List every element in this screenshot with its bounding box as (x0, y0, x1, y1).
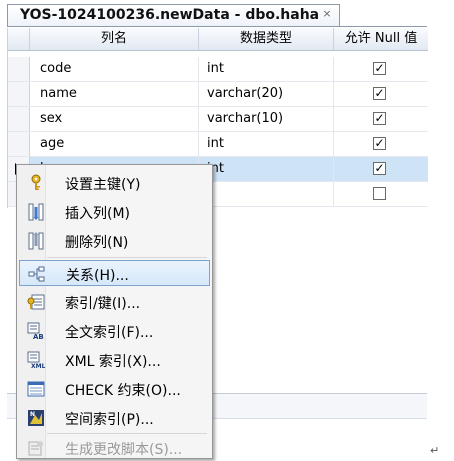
allow-null-checkbox[interactable]: ✓ (373, 87, 386, 100)
document-tab[interactable]: YOS-1024100236.newData - dbo.haha × (7, 4, 340, 26)
insert-column-icon (28, 203, 44, 221)
row-selector[interactable] (8, 57, 30, 81)
primary-key-icon (31, 174, 41, 190)
allow-null-checkbox[interactable]: ✓ (373, 162, 386, 175)
data-type-cell[interactable]: varchar(10) (207, 107, 332, 131)
generate-script-icon (28, 441, 43, 456)
menu-separator (47, 433, 207, 434)
menu-item-spatial-index[interactable]: N 空间索引(P)... (19, 405, 210, 431)
row-selector[interactable] (8, 82, 30, 106)
check-constraint-icon (27, 381, 45, 397)
context-menu: 设置主键(Y) 插入列(M) 删除列(N) 关系(H)... 索引/键(I)..… (16, 164, 213, 459)
svg-text:N: N (30, 411, 35, 418)
column-name-cell[interactable]: age (40, 132, 200, 156)
allow-null-header[interactable]: 允许 Null 值 (334, 28, 428, 50)
paragraph-mark: ↵ (430, 444, 440, 457)
menu-item-set-primary-key[interactable]: 设置主键(Y) (19, 170, 210, 196)
menu-item-delete-column[interactable]: 删除列(N) (19, 228, 210, 254)
fulltext-index-icon: AB (27, 322, 44, 340)
row-selector[interactable] (8, 107, 30, 131)
menu-item-indexes-keys[interactable]: 索引/键(I)... (19, 289, 210, 315)
tab-title: YOS-1024100236.newData - dbo.haha (20, 7, 320, 23)
menu-separator (47, 257, 207, 258)
menu-item-relationships[interactable]: 关系(H)... (19, 260, 210, 286)
table-row[interactable]: sex varchar(10) ✓ (8, 107, 428, 132)
menu-item-check-constraints[interactable]: CHECK 约束(O)... (19, 376, 210, 402)
data-type-cell[interactable]: int (207, 57, 332, 81)
relationship-icon (28, 266, 45, 282)
column-name-cell[interactable]: code (40, 57, 200, 81)
row-header-corner (8, 28, 30, 50)
spatial-index-icon: N (28, 410, 44, 426)
allow-null-checkbox[interactable]: ✓ (373, 62, 386, 75)
column-name-cell[interactable]: sex (40, 107, 200, 131)
row-selector[interactable] (8, 132, 30, 156)
menu-item-generate-change-script: 生成更改脚本(S)... (19, 435, 210, 461)
column-name-cell[interactable]: name (40, 82, 200, 106)
grid-header: 列名 数据类型 允许 Null 值 (8, 28, 428, 51)
table-row[interactable]: name varchar(20) ✓ (8, 82, 428, 107)
allow-null-checkbox[interactable]: ✓ (373, 137, 386, 150)
data-type-header[interactable]: 数据类型 (199, 28, 334, 50)
table-row[interactable]: age int ✓ (8, 132, 428, 157)
menu-item-xml-index[interactable]: XML XML 索引(X)... (19, 347, 210, 373)
allow-null-checkbox[interactable]: ✓ (373, 112, 386, 125)
xml-index-icon: XML (27, 351, 45, 369)
tab-divider (7, 26, 427, 27)
index-key-icon (27, 294, 45, 310)
menu-item-insert-column[interactable]: 插入列(M) (19, 199, 210, 225)
data-type-cell[interactable] (207, 182, 332, 206)
allow-null-checkbox[interactable] (373, 187, 386, 200)
close-icon[interactable]: × (321, 7, 333, 21)
svg-text:XML: XML (31, 363, 45, 369)
data-type-cell[interactable]: int (207, 157, 332, 181)
column-name-header[interactable]: 列名 (30, 28, 199, 50)
delete-column-icon (28, 232, 44, 250)
data-type-cell[interactable]: varchar(20) (207, 82, 332, 106)
table-row[interactable]: code int ✓ (8, 57, 428, 82)
data-type-cell[interactable]: int (207, 132, 332, 156)
svg-text:AB: AB (33, 333, 44, 340)
menu-item-fulltext-index[interactable]: AB 全文索引(F)... (19, 318, 210, 344)
